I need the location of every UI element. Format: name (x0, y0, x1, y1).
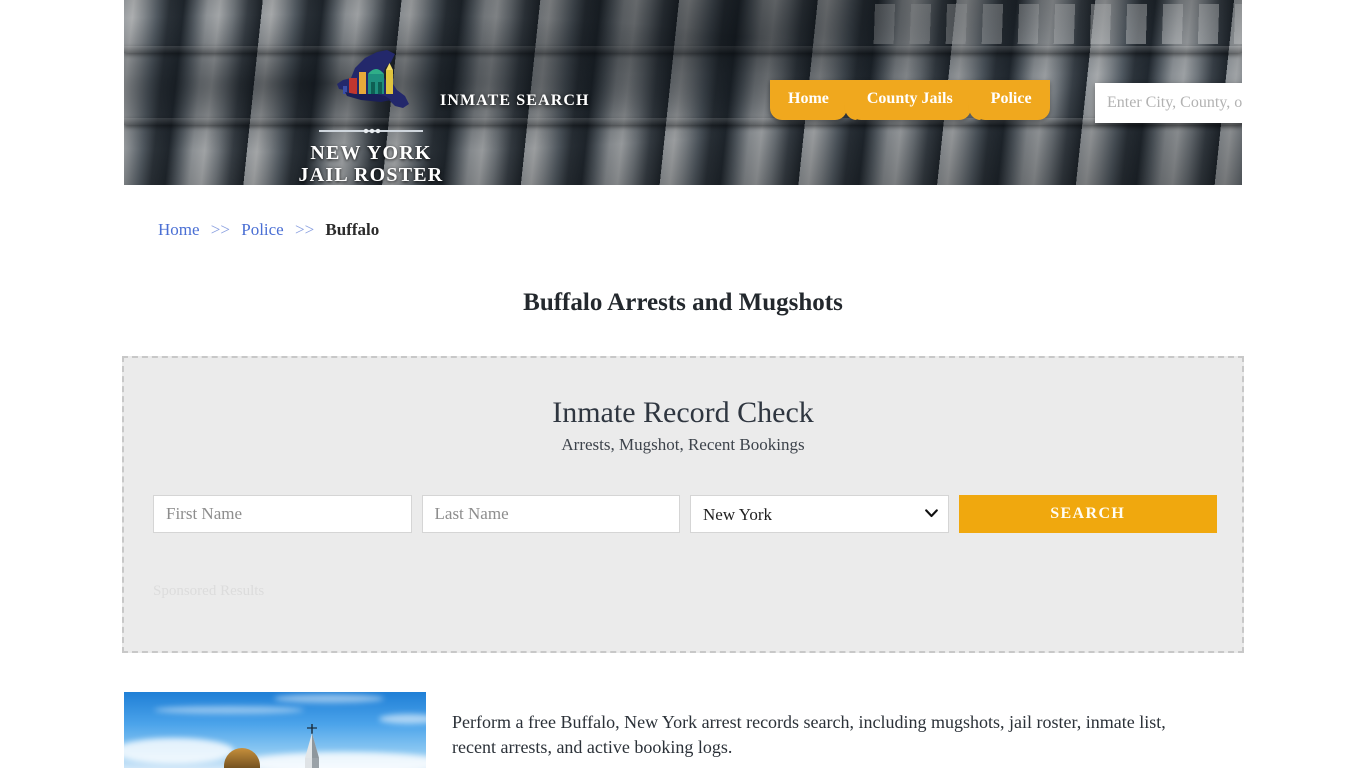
cloud-decor-3 (274, 694, 384, 703)
nav-item-home[interactable]: Home (770, 80, 847, 120)
last-name-input[interactable] (421, 495, 681, 533)
site-header: NEW YORK JAIL ROSTER INMATE SEARCH Home … (124, 0, 1242, 185)
search-submit-button[interactable]: SEARCH (958, 495, 1217, 533)
logo-line-1: NEW YORK (310, 142, 432, 164)
header-search-box (1095, 83, 1242, 123)
inmate-search-form: New York SEARCH (153, 495, 1217, 533)
header-tagline: INMATE SEARCH (440, 92, 590, 109)
cloud-decor-5 (244, 752, 426, 768)
state-select[interactable]: New York (690, 495, 949, 533)
breadcrumb-separator-2: >> (294, 220, 315, 239)
buffalo-skyline-photo[interactable] (124, 692, 426, 768)
main-navigation: Home County Jails Police (770, 80, 1052, 120)
nav-item-police[interactable]: Police (972, 80, 1050, 120)
cloud-decor-2 (154, 706, 304, 714)
logo-divider (319, 126, 423, 136)
nav-item-county-jails[interactable]: County Jails (848, 80, 971, 120)
header-search-input[interactable] (1095, 83, 1242, 123)
inmate-record-check-widget: Inmate Record Check Arrests, Mugshot, Re… (122, 356, 1244, 653)
first-name-input[interactable] (153, 495, 412, 533)
breadcrumb-separator-1: >> (210, 220, 230, 239)
church-steeple-decor (299, 724, 325, 768)
site-logo[interactable]: NEW YORK JAIL ROSTER (276, 48, 466, 185)
logo-line-2: JAIL ROSTER (298, 164, 444, 185)
nav-item-police-label: Police (990, 90, 1032, 107)
widget-subtitle: Arrests, Mugshot, Recent Bookings (561, 435, 805, 454)
nav-item-home-label: Home (788, 90, 829, 107)
widget-title: Inmate Record Check (552, 396, 814, 429)
breadcrumb: Home >> Police >> Buffalo (158, 220, 379, 240)
page-title: Buffalo Arrests and Mugshots (523, 288, 843, 316)
nav-item-county-jails-label: County Jails (866, 90, 953, 107)
cloud-decor-1 (124, 738, 234, 764)
sponsored-results-label: Sponsored Results (153, 583, 265, 599)
page-root: NEW YORK JAIL ROSTER INMATE SEARCH Home … (0, 0, 1366, 768)
breadcrumb-item-current: Buffalo (325, 220, 380, 239)
cloud-decor-4 (379, 714, 426, 724)
breadcrumb-item-police[interactable]: Police (241, 220, 284, 239)
state-select-wrapper: New York (690, 495, 949, 533)
intro-paragraph: Perform a free Buffalo, New York arrest … (452, 712, 1166, 757)
breadcrumb-item-home[interactable]: Home (158, 220, 200, 239)
new-york-state-shape-icon (321, 48, 421, 122)
